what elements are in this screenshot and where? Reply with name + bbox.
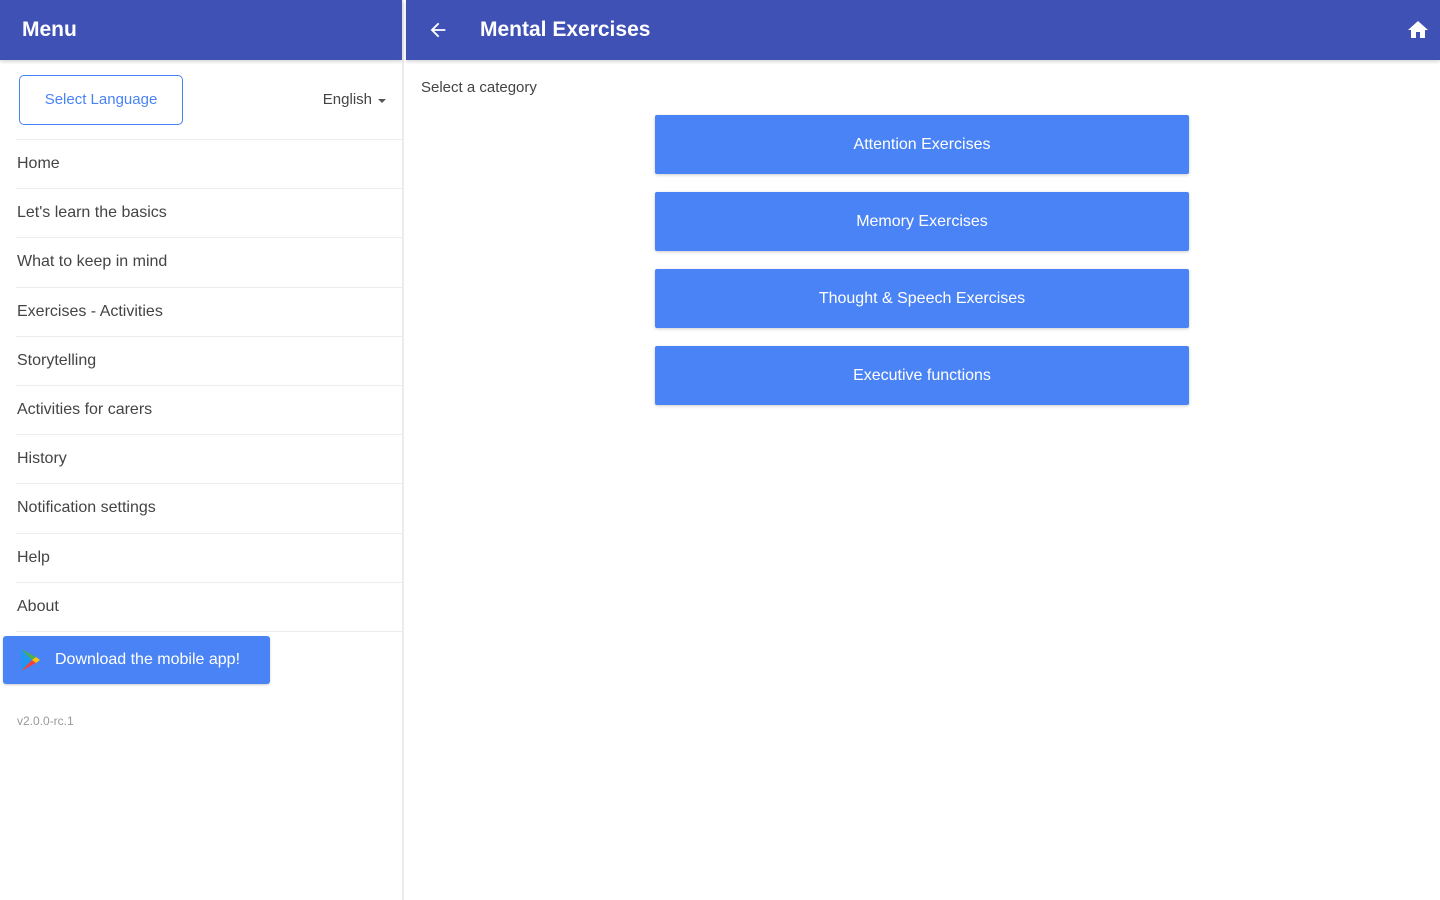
back-button[interactable] [406, 0, 470, 60]
chevron-down-icon [378, 98, 386, 103]
main-content: Mental Exercises Select a category Atten… [406, 0, 1440, 900]
sidebar-item-basics[interactable]: Let's learn the basics [16, 189, 402, 239]
sidebar-item-storytelling[interactable]: Storytelling [16, 337, 402, 386]
home-button[interactable] [1406, 18, 1430, 42]
category-prompt: Select a category [421, 79, 537, 96]
google-play-icon [21, 649, 40, 671]
attention-exercises-button[interactable]: Attention Exercises [655, 115, 1189, 174]
top-app-bar: Mental Exercises [406, 0, 1440, 60]
sidebar-item-about[interactable]: About [16, 583, 402, 632]
memory-exercises-button[interactable]: Memory Exercises [655, 192, 1189, 251]
version-label: v2.0.0-rc.1 [17, 714, 74, 728]
select-language-button[interactable]: Select Language [19, 74, 183, 125]
download-app-label: Download the mobile app! [55, 651, 241, 668]
sidebar-item-exercises[interactable]: Exercises - Activities [16, 288, 402, 337]
sidebar: Menu Select Language English Home Let's … [0, 0, 404, 900]
executive-functions-button[interactable]: Executive functions [655, 346, 1189, 405]
sidebar-item-home[interactable]: Home [16, 140, 402, 190]
language-row: Select Language English [16, 60, 402, 140]
download-app-button[interactable]: Download the mobile app! [3, 636, 270, 684]
sidebar-item-keep-in-mind[interactable]: What to keep in mind [16, 238, 402, 288]
home-icon [1408, 21, 1428, 38]
sidebar-item-help[interactable]: Help [16, 534, 402, 583]
sidebar-item-notifications[interactable]: Notification settings [16, 484, 402, 534]
arrow-left-icon [430, 22, 446, 38]
language-value: English [322, 91, 372, 108]
sidebar-title: Menu [22, 18, 77, 41]
language-dropdown[interactable]: English [323, 91, 386, 108]
thought-speech-exercises-button[interactable]: Thought & Speech Exercises [655, 269, 1189, 328]
sidebar-menu: Home Let's learn the basics What to keep… [0, 140, 402, 632]
sidebar-header: Menu [0, 0, 402, 60]
sidebar-item-history[interactable]: History [16, 435, 402, 485]
page-title: Mental Exercises [480, 18, 651, 41]
app-root: Menu Select Language English Home Let's … [0, 0, 1440, 900]
sidebar-item-carers[interactable]: Activities for carers [16, 386, 402, 436]
